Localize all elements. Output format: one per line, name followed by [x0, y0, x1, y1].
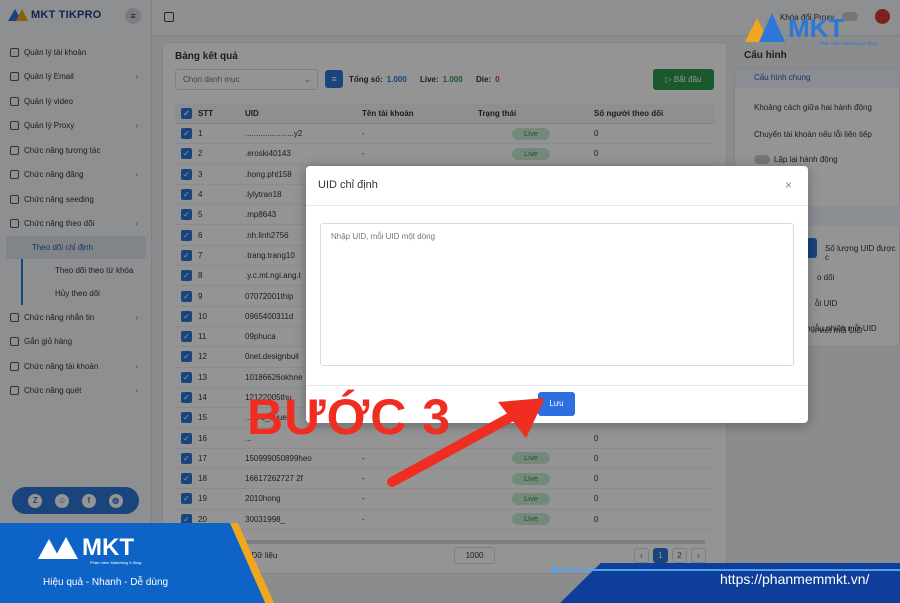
mkt-top-logo: MKT	[745, 13, 844, 43]
banner-logo-sub: Phần mềm Marketing 0 đồng	[90, 560, 142, 565]
mkt-top-logo-text: MKT	[788, 13, 845, 43]
bottom-banner: MKT Phần mềm Marketing 0 đồng Hiệu quả -…	[0, 523, 900, 603]
banner-dot	[551, 567, 557, 573]
modal-title: UID chỉ định	[318, 179, 378, 191]
mkt-top-logo-sub: Phần mềm Marketing 0 đồng	[819, 41, 877, 46]
banner-logo-text: MKT	[82, 534, 134, 561]
banner-slogan: Hiệu quả - Nhanh - Dễ dùng	[43, 577, 169, 588]
mkt-mountain-icon	[38, 537, 78, 559]
close-icon[interactable]: ×	[785, 178, 792, 192]
modal-header: UID chỉ định ×	[306, 166, 808, 206]
uid-modal: UID chỉ định × Lưu	[306, 166, 808, 423]
app-window: MKT TIKPRO ≡ Quản lý tài khoản Quản lý Em…	[0, 0, 900, 603]
mkt-mountain-icon	[745, 13, 785, 43]
arrow-icon	[387, 398, 545, 487]
uid-input[interactable]	[320, 223, 794, 366]
banner-url[interactable]: https://phanmemmkt.vn/	[720, 571, 869, 587]
arrow-shaft	[387, 407, 525, 487]
banner-logo: MKT	[38, 536, 134, 560]
